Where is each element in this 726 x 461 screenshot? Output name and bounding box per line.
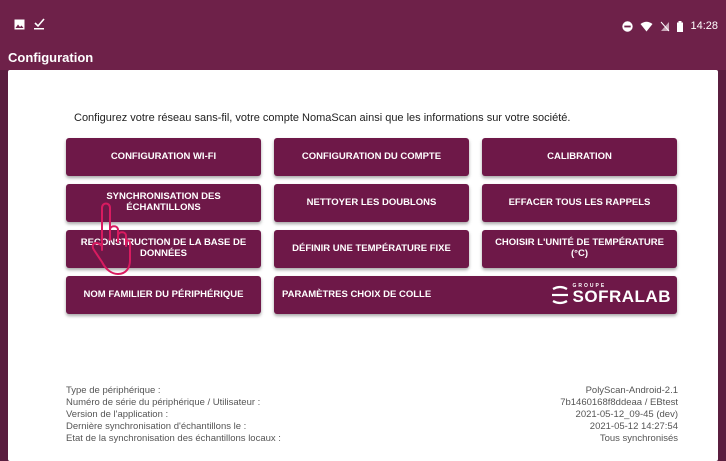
sofralab-logo: GROUPE SOFRALAB (551, 283, 671, 307)
sofralab-logo-icon (551, 285, 568, 304)
info-label-device-type: Type de périphérique : (66, 385, 161, 396)
page-title: Configuration (8, 50, 94, 65)
clean-duplicates-button[interactable]: Nettoyer les doublons (274, 184, 469, 222)
clear-reminders-button[interactable]: Effacer tous les rappels (482, 184, 677, 222)
info-label-last-sync: Dernière synchronisation d'échantillons … (66, 421, 247, 432)
info-label-serial: Numéro de série du périphérique / Utilis… (66, 397, 261, 408)
info-value-serial: 7b1460168f8ddeaa / EBtest (560, 397, 678, 408)
configuration-panel: Configurez votre réseau sans-fil, votre … (8, 70, 718, 461)
device-name-button[interactable]: Nom familier du périphérique (66, 276, 261, 314)
info-label-app-version: Version de l'application : (66, 409, 169, 420)
temperature-unit-button[interactable]: Choisir l'unité de température (°C) (482, 230, 677, 268)
app-bar: Configuration (0, 40, 726, 70)
info-value-device-type: PolyScan-Android-2.1 (585, 385, 678, 396)
fixed-temperature-button[interactable]: Définir une température fixe (274, 230, 469, 268)
check-download-icon (33, 18, 45, 30)
logo-group-text: GROUPE (572, 283, 607, 289)
wifi-icon (640, 21, 653, 32)
do-not-disturb-icon (622, 20, 634, 32)
device-info-labels: Type de périphérique : Numéro de série d… (66, 385, 281, 445)
info-value-last-sync: 2021-05-12 14:27:54 (589, 421, 678, 432)
wifi-config-button[interactable]: Configuration Wi-Fi (66, 138, 261, 176)
calibration-button[interactable]: Calibration (482, 138, 677, 176)
intro-text: Configurez votre réseau sans-fil, votre … (74, 112, 571, 124)
device-info-values: PolyScan-Android-2.1 7b1460168f8ddeaa / … (560, 385, 678, 445)
image-icon (14, 19, 25, 30)
info-value-sync-state: Tous synchronisés (599, 433, 678, 444)
account-config-button[interactable]: Configuration du compte (274, 138, 469, 176)
touch-hand-icon (91, 202, 131, 275)
glue-settings-button[interactable]: Paramètres choix de colle GROUPE SOFRALA… (274, 276, 677, 314)
status-bar: 14:28 (0, 0, 726, 40)
logo-brand-text: SOFRALAB (572, 287, 671, 306)
info-value-app-version: 2021-05-12_09-45 (dev) (575, 409, 678, 420)
no-sim-icon (660, 21, 670, 32)
battery-icon (677, 20, 684, 32)
info-label-sync-state: Etat de la synchronisation des échantill… (66, 433, 281, 444)
clock-time: 14:28 (690, 20, 718, 32)
